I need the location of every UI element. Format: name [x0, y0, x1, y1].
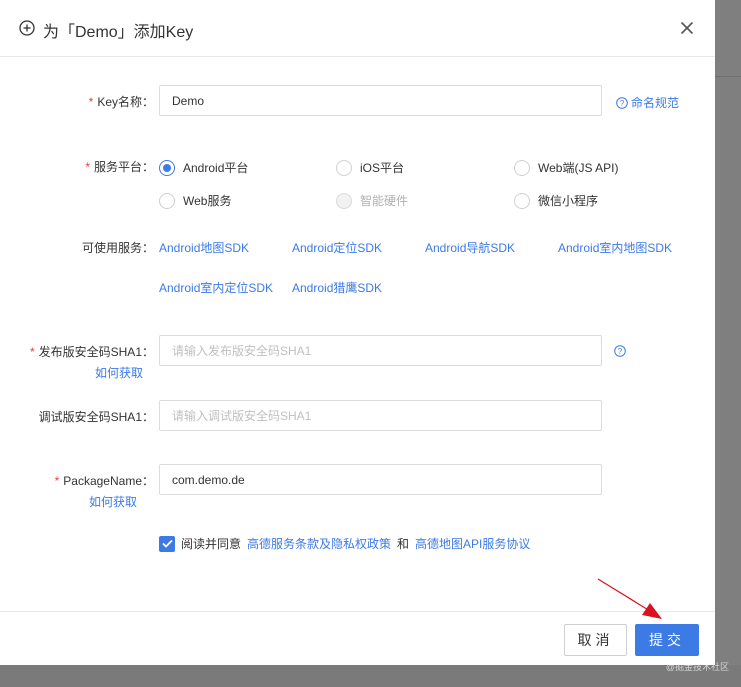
radio-circle: [336, 192, 352, 209]
radio-web-js-api[interactable]: Web端(JS API): [514, 159, 618, 176]
radio-android[interactable]: Android平台: [159, 159, 248, 176]
service-platform-label: * 服务平台：: [85, 158, 154, 175]
question-circle-icon: ?: [616, 96, 628, 109]
dialog-header: 为「Demo」添加Key: [0, 0, 715, 57]
terms-privacy-link[interactable]: 高德服务条款及隐私权政策: [247, 535, 391, 552]
agreement-prefix: 阅读并同意: [181, 537, 242, 551]
radio-circle: [159, 192, 175, 209]
available-services-label: 可使用服务：: [81, 241, 154, 255]
naming-rules-text: 命名规范: [631, 96, 680, 110]
required-mark: *: [85, 160, 90, 174]
radio-label: Web服务: [183, 194, 232, 208]
radio-label: 智能硬件: [360, 194, 409, 208]
package-name-label: * PackageName：: [55, 472, 154, 489]
sdk-android-map[interactable]: Android地图SDK: [159, 239, 249, 256]
radio-circle: [514, 192, 530, 209]
question-circle-icon: ?: [614, 345, 626, 357]
radio-web-service[interactable]: Web服务: [159, 192, 231, 209]
debug-sha1-label: 调试版安全码SHA1：: [38, 410, 154, 424]
key-name-label-text: Key名称：: [97, 95, 154, 109]
circle-plus-icon: [19, 20, 35, 36]
check-icon: [161, 539, 173, 548]
release-sha1-input[interactable]: [159, 335, 602, 366]
dialog-title: 为「Demo」添加Key: [43, 24, 194, 41]
svg-text:?: ?: [620, 99, 625, 108]
radio-ios[interactable]: iOS平台: [336, 159, 404, 176]
sdk-android-falcon[interactable]: Android猎鹰SDK: [292, 279, 382, 296]
dialog-footer: 取消 提交: [0, 611, 715, 665]
backdrop-divider: [715, 76, 741, 77]
submit-button[interactable]: 提交: [635, 624, 699, 656]
radio-label: Android平台: [183, 161, 249, 175]
release-sha1-label: * 发布版安全码SHA1：: [30, 343, 154, 360]
required-mark: *: [54, 474, 60, 488]
cancel-button[interactable]: 取消: [564, 624, 627, 656]
agreement-row: 阅读并同意 高德服务条款及隐私权政策 和 高德地图API服务协议: [159, 535, 530, 552]
required-mark: *: [88, 95, 94, 109]
add-key-dialog: 为「Demo」添加Key *Key名称： ? 命名规范 *服务平台： Andro…: [0, 0, 715, 665]
release-sha1-how-to-link[interactable]: 如何获取: [95, 364, 143, 381]
sdk-android-indoor-location[interactable]: Android室内定位SDK: [159, 279, 273, 296]
backdrop-bottom: [0, 665, 741, 687]
agreement-joiner: 和: [397, 537, 410, 551]
sdk-android-navigation[interactable]: Android导航SDK: [425, 239, 515, 256]
key-name-input[interactable]: [159, 85, 602, 116]
backdrop-right: [715, 0, 741, 687]
naming-rules-link[interactable]: ? 命名规范: [616, 94, 679, 111]
close-icon[interactable]: [678, 19, 696, 37]
radio-label: 微信小程序: [538, 194, 599, 208]
svg-text:?: ?: [618, 347, 623, 356]
sdk-android-location[interactable]: Android定位SDK: [292, 239, 382, 256]
api-service-agreement-link[interactable]: 高德地图API服务协议: [415, 535, 530, 552]
radio-circle: [336, 159, 352, 176]
required-mark: *: [29, 345, 35, 359]
radio-label: iOS平台: [360, 161, 405, 175]
debug-sha1-input[interactable]: [159, 400, 602, 431]
sdk-android-indoor-map[interactable]: Android室内地图SDK: [558, 239, 672, 256]
release-sha1-help[interactable]: ?: [614, 345, 626, 357]
radio-circle: [159, 159, 175, 176]
package-name-input[interactable]: [159, 464, 602, 495]
radio-circle: [514, 159, 530, 176]
service-platform-label-text: 服务平台：: [93, 160, 154, 174]
radio-label: Web端(JS API): [538, 161, 619, 175]
radio-wechat-miniprogram[interactable]: 微信小程序: [514, 192, 598, 209]
package-name-label-text: PackageName：: [63, 474, 154, 488]
release-sha1-label-text: 发布版安全码SHA1：: [38, 345, 154, 359]
agreement-checkbox[interactable]: [159, 535, 175, 552]
radio-smart-hardware: 智能硬件: [336, 192, 408, 209]
package-name-how-to-link[interactable]: 如何获取: [89, 493, 137, 510]
key-name-label: * Key名称：: [89, 93, 154, 110]
